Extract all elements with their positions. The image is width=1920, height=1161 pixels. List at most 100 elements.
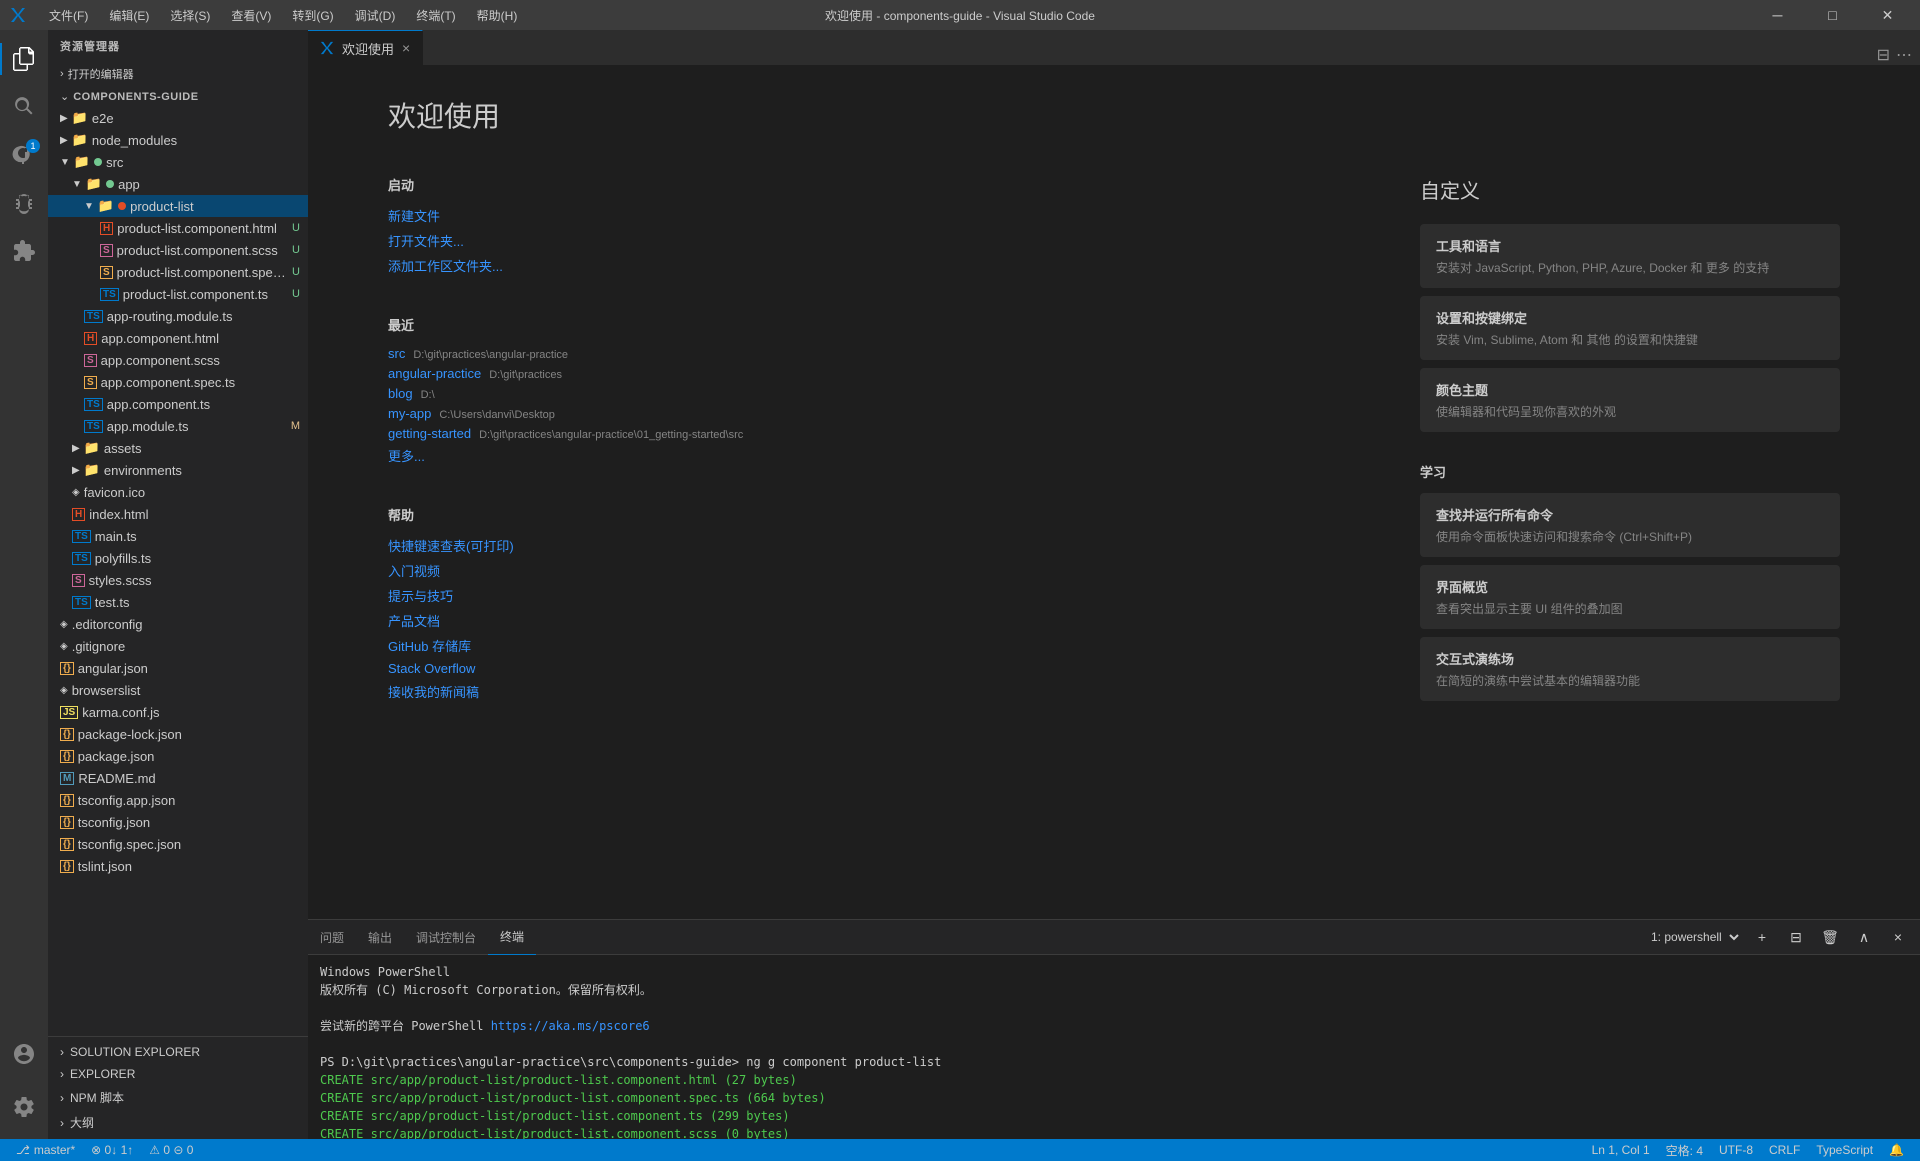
git-branch-status[interactable]: ⎇ master* [8,1139,83,1161]
terminal-body[interactable]: Windows PowerShell 版权所有 (C) Microsoft Co… [308,955,1920,1139]
tree-item-karma.conf.js[interactable]: JSkarma.conf.js [48,701,308,723]
tree-item-app.module.ts[interactable]: TSapp.module.tsM [48,415,308,437]
tree-item-product-list.component.scss[interactable]: Sproduct-list.component.scssU [48,239,308,261]
stackoverflow-link[interactable]: Stack Overflow [388,661,1340,676]
activity-search[interactable] [0,83,48,131]
split-terminal-button[interactable]: ⊟ [1782,923,1810,951]
activity-debug[interactable] [0,179,48,227]
tree-item-index.html[interactable]: Hindex.html [48,503,308,525]
kill-terminal-button[interactable]: 🗑 [1816,923,1844,951]
recent-name-getting-started[interactable]: getting-started [388,426,471,441]
menu-view[interactable]: 查看(V) [223,5,279,26]
tree-item-app.component.spec.ts[interactable]: Sapp.component.spec.ts [48,371,308,393]
activity-source-control[interactable]: 1 [0,131,48,179]
tree-item-tsconfig.spec.json[interactable]: {}tsconfig.spec.json [48,833,308,855]
docs-link[interactable]: 产品文档 [388,611,1340,630]
outline-section[interactable]: › 大纲 [48,1110,308,1135]
line-col-status[interactable]: Ln 1, Col 1 [1584,1139,1658,1161]
minimize-button[interactable]: ─ [1755,0,1800,30]
tree-item-app.component.scss[interactable]: Sapp.component.scss [48,349,308,371]
tree-item-app.component.ts[interactable]: TSapp.component.ts [48,393,308,415]
tips-tricks-link[interactable]: 提示与技巧 [388,586,1340,605]
project-header[interactable]: ⌄ COMPONENTS-GUIDE [48,86,308,107]
maximize-button[interactable]: □ [1810,0,1855,30]
tree-item-angular.json[interactable]: {}angular.json [48,657,308,679]
tree-item-app-routing.module.ts[interactable]: TSapp-routing.module.ts [48,305,308,327]
tree-item-tsconfig.app.json[interactable]: {}tsconfig.app.json [48,789,308,811]
keybindings-item[interactable]: 设置和按键绑定 安装 Vim, Sublime, Atom 和 其他 的设置和快… [1420,296,1840,360]
menu-debug[interactable]: 调试(D) [347,5,404,26]
errors-warnings-status[interactable]: ⚠ 0 ⊝ 0 [141,1139,201,1161]
tree-item-assets[interactable]: ▶📁assets [48,437,308,459]
problems-tab[interactable]: 问题 [308,920,356,955]
new-file-link[interactable]: 新建文件 [388,206,1340,225]
language-status[interactable]: TypeScript [1808,1139,1881,1161]
tree-item-e2e[interactable]: ▶📁e2e [48,107,308,129]
recent-name-myapp[interactable]: my-app [388,406,431,421]
spaces-status[interactable]: 空格: 4 [1658,1139,1711,1161]
menu-help[interactable]: 帮助(H) [469,5,526,26]
tree-item-package.json[interactable]: {}package.json [48,745,308,767]
maximize-panel-button[interactable]: ∧ [1850,923,1878,951]
keyboard-shortcut-link[interactable]: 快捷键速查表(可打印) [388,536,1340,555]
notifications-status[interactable]: 🔔 [1881,1139,1912,1161]
tree-item-app[interactable]: ▼📁app [48,173,308,195]
tree-item-favicon.ico[interactable]: ◈favicon.ico [48,481,308,503]
activity-account[interactable] [0,1030,48,1078]
tree-item-styles.scss[interactable]: Sstyles.scss [48,569,308,591]
interface-overview-item[interactable]: 界面概览 查看突出显示主要 UI 组件的叠加图 [1420,565,1840,629]
newsletter-link[interactable]: 接收我的新闻稿 [388,682,1340,701]
welcome-tab[interactable]: 欢迎使用 × [308,30,423,65]
color-theme-item[interactable]: 颜色主题 使编辑器和代码呈现你喜欢的外观 [1420,368,1840,432]
tree-item-product-list.component.html[interactable]: Hproduct-list.component.htmlU [48,217,308,239]
debug-console-tab[interactable]: 调试控制台 [404,920,488,955]
tree-item-product-list.component.ts[interactable]: TSproduct-list.component.tsU [48,283,308,305]
intro-video-link[interactable]: 入门视频 [388,561,1340,580]
tab-close-button[interactable]: × [402,41,410,55]
tree-item-tsconfig.json[interactable]: {}tsconfig.json [48,811,308,833]
open-folder-link[interactable]: 打开文件夹... [388,231,1340,250]
close-panel-button[interactable]: × [1884,923,1912,951]
explorer-section[interactable]: › EXPLORER [48,1063,308,1085]
tree-item-.editorconfig[interactable]: ◈.editorconfig [48,613,308,635]
interactive-playground-item[interactable]: 交互式演练场 在简短的演练中尝试基本的编辑器功能 [1420,637,1840,701]
find-commands-item[interactable]: 查找并运行所有命令 使用命令面板快速访问和搜索命令 (Ctrl+Shift+P) [1420,493,1840,557]
solution-explorer[interactable]: › SOLUTION EXPLORER [48,1041,308,1063]
close-button[interactable]: ✕ [1865,0,1910,30]
recent-name-angular[interactable]: angular-practice [388,366,481,381]
output-tab[interactable]: 输出 [356,920,404,955]
tree-item-product-list.component.spec.ts[interactable]: Sproduct-list.component.spec.tsU [48,261,308,283]
add-workspace-link[interactable]: 添加工作区文件夹... [388,256,1340,275]
split-editor-button[interactable]: ⊟ [1877,45,1890,65]
github-link[interactable]: GitHub 存储库 [388,636,1340,655]
recent-name-src[interactable]: src [388,346,405,361]
activity-settings[interactable] [0,1083,48,1131]
tree-item-package-lock.json[interactable]: {}package-lock.json [48,723,308,745]
tree-item-polyfills.ts[interactable]: TSpolyfills.ts [48,547,308,569]
tree-item-README.md[interactable]: MREADME.md [48,767,308,789]
menu-terminal[interactable]: 终端(T) [408,5,463,26]
tree-item-tslint.json[interactable]: {}tslint.json [48,855,308,877]
sync-status[interactable]: ⊗ 0↓ 1↑ [83,1139,141,1161]
npm-scripts[interactable]: › NPM 脚本 [48,1085,308,1110]
open-editors-header[interactable]: › 打开的编辑器 [48,62,308,86]
recent-name-blog[interactable]: blog [388,386,413,401]
tree-item-app.component.html[interactable]: Happ.component.html [48,327,308,349]
activity-explorer[interactable] [0,35,48,83]
menu-goto[interactable]: 转到(G) [284,5,341,26]
tree-item-node_modules[interactable]: ▶📁node_modules [48,129,308,151]
line-endings-status[interactable]: CRLF [1761,1139,1808,1161]
tree-item-.gitignore[interactable]: ◈.gitignore [48,635,308,657]
encoding-status[interactable]: UTF-8 [1711,1139,1761,1161]
tree-item-environments[interactable]: ▶📁environments [48,459,308,481]
new-terminal-button[interactable]: + [1748,923,1776,951]
menu-select[interactable]: 选择(S) [162,5,218,26]
more-actions-button[interactable]: ⋯ [1896,45,1912,65]
menu-edit[interactable]: 编辑(E) [101,5,157,26]
tree-item-src[interactable]: ▼📁src [48,151,308,173]
tree-item-main.ts[interactable]: TSmain.ts [48,525,308,547]
tree-item-test.ts[interactable]: TStest.ts [48,591,308,613]
activity-extensions[interactable] [0,227,48,275]
terminal-instance-select[interactable]: 1: powershell [1643,927,1742,947]
more-recent-link[interactable]: 更多... [388,446,1340,465]
